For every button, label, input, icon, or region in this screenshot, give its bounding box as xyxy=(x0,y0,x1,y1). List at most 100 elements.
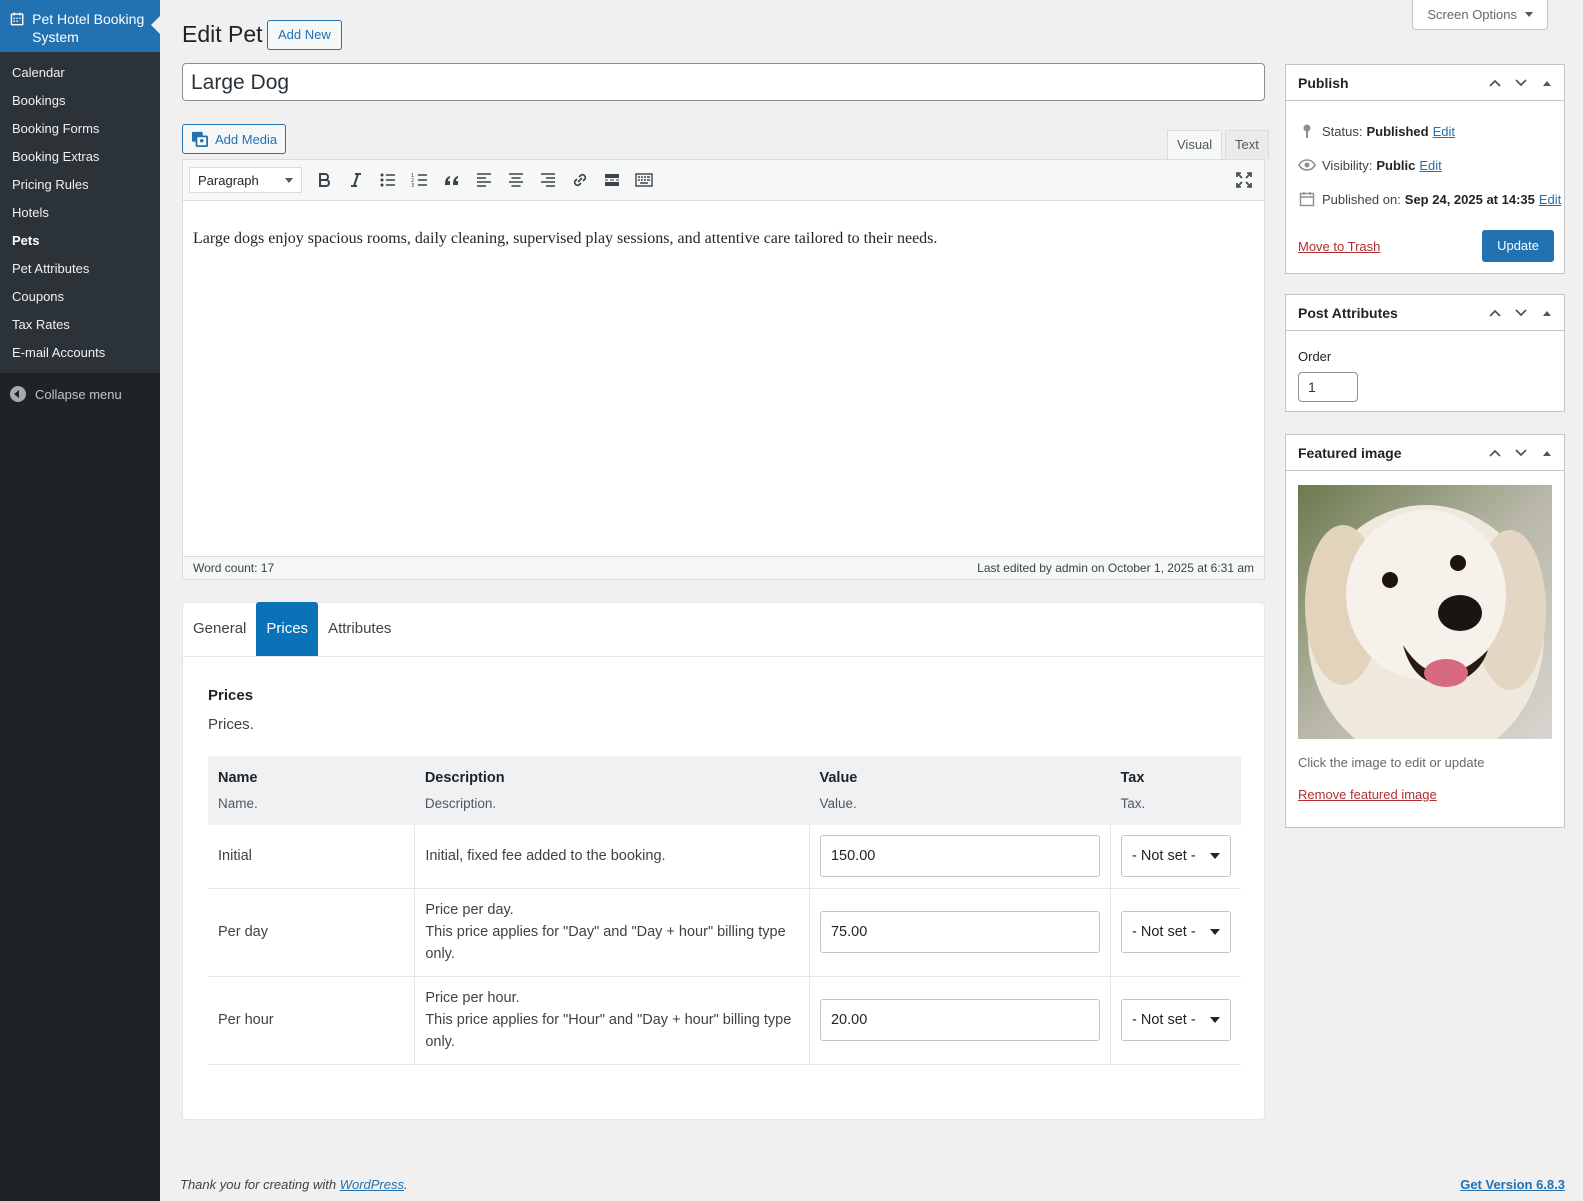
order-input[interactable]: 1 xyxy=(1298,372,1358,402)
move-to-trash-link[interactable]: Move to Trash xyxy=(1298,239,1380,254)
align-right-icon xyxy=(541,173,555,187)
caret-down-icon xyxy=(1210,853,1220,864)
tab-visual[interactable]: Visual xyxy=(1167,130,1223,159)
box-controls xyxy=(1482,71,1560,95)
price-value-input[interactable]: 75.00 xyxy=(819,911,1100,953)
calendar-icon xyxy=(1298,190,1316,208)
toggle-panel-button[interactable] xyxy=(1534,71,1560,95)
sidebar-item-coupons[interactable]: Coupons xyxy=(0,283,160,311)
sidebar-item-booking-extras[interactable]: Booking Extras xyxy=(0,143,160,171)
sidebar-item-email-accounts[interactable]: E-mail Accounts xyxy=(0,339,160,367)
tab-attributes[interactable]: Attributes xyxy=(318,602,401,656)
tax-select[interactable]: - Not set - xyxy=(1121,999,1231,1041)
get-version-link[interactable]: Get Version 6.8.3 xyxy=(1460,1177,1565,1192)
bold-button[interactable] xyxy=(308,165,340,195)
update-button[interactable]: Update xyxy=(1482,230,1554,262)
move-down-button[interactable] xyxy=(1508,71,1534,95)
insert-link-button[interactable] xyxy=(564,165,596,195)
collapse-menu-button[interactable]: Collapse menu xyxy=(0,373,160,407)
table-row: Per day Price per day. This price applies… xyxy=(208,888,1241,977)
chevron-up-icon xyxy=(1489,449,1501,457)
italic-icon xyxy=(351,173,361,187)
table-row: Initial Initial, fixed fee added to the … xyxy=(208,825,1241,889)
page-title: Edit Pet xyxy=(182,21,263,47)
sidebar-item-calendar[interactable]: Calendar xyxy=(0,59,160,87)
price-value-input[interactable]: 20.00 xyxy=(819,999,1100,1041)
description-line: Price per day. xyxy=(425,902,514,918)
add-media-button[interactable]: Add Media xyxy=(182,124,287,154)
italic-button[interactable] xyxy=(340,165,372,195)
admin-sidebar: Pet Hotel Booking System Calendar Bookin… xyxy=(0,0,160,1201)
numbered-list-button[interactable]: 123 xyxy=(404,165,436,195)
bullet-list-button[interactable] xyxy=(372,165,404,195)
read-more-button[interactable] xyxy=(596,165,628,195)
tab-general[interactable]: General xyxy=(183,602,256,656)
svg-text:3: 3 xyxy=(411,183,414,189)
caret-down-icon xyxy=(1525,12,1533,21)
move-up-button[interactable] xyxy=(1482,301,1508,325)
toggle-panel-button[interactable] xyxy=(1534,301,1560,325)
align-left-button[interactable] xyxy=(468,165,500,195)
move-up-button[interactable] xyxy=(1482,441,1508,465)
status-label: Status: xyxy=(1322,123,1363,139)
box-title: Post Attributes xyxy=(1298,304,1398,321)
wordpress-link[interactable]: WordPress xyxy=(340,1177,404,1192)
move-up-button[interactable] xyxy=(1482,71,1508,95)
format-select[interactable]: Paragraph xyxy=(189,167,302,193)
edit-status-link[interactable]: Edit xyxy=(1433,124,1455,139)
sidebar-item-tax-rates[interactable]: Tax Rates xyxy=(0,311,160,339)
description-line: Price per hour. xyxy=(425,990,520,1006)
price-value-input[interactable]: 150.00 xyxy=(819,835,1100,878)
sidebar-item-pet-attributes[interactable]: Pet Attributes xyxy=(0,255,160,283)
column-title: Name xyxy=(218,770,258,786)
word-count: Word count: 17 xyxy=(193,561,275,575)
featured-image-header: Featured image xyxy=(1286,435,1564,471)
edit-date-link[interactable]: Edit xyxy=(1539,192,1561,207)
toggle-panel-button[interactable] xyxy=(1534,441,1560,465)
price-description: Initial, fixed fee added to the booking. xyxy=(414,825,810,889)
edit-visibility-link[interactable]: Edit xyxy=(1419,158,1441,173)
sidebar-brand[interactable]: Pet Hotel Booking System xyxy=(0,0,160,52)
prices-section: Prices Prices. Name Name. Description Desc… xyxy=(183,657,1264,1065)
move-down-button[interactable] xyxy=(1508,301,1534,325)
sidebar-item-pets[interactable]: Pets xyxy=(0,227,160,255)
fullscreen-button[interactable] xyxy=(1232,168,1256,192)
align-center-icon xyxy=(509,173,523,187)
post-title-input[interactable]: Large Dog xyxy=(182,63,1265,101)
remove-featured-image-link[interactable]: Remove featured image xyxy=(1286,770,1564,802)
footer-thanks-suffix: . xyxy=(404,1177,408,1192)
add-media-label: Add Media xyxy=(215,131,278,147)
align-right-button[interactable] xyxy=(532,165,564,195)
add-new-button[interactable]: Add New xyxy=(267,20,342,50)
align-center-button[interactable] xyxy=(500,165,532,195)
tax-select[interactable]: - Not set - xyxy=(1121,911,1231,953)
toolbar-toggle-button[interactable] xyxy=(628,165,660,195)
prices-table: Name Name. Description Description. Value V… xyxy=(208,756,1241,1065)
sidebar-item-booking-forms[interactable]: Booking Forms xyxy=(0,115,160,143)
tax-select[interactable]: - Not set - xyxy=(1121,835,1231,878)
featured-image-dog[interactable] xyxy=(1298,485,1552,739)
prices-description: Prices. xyxy=(208,716,254,733)
fullscreen-icon xyxy=(1236,172,1252,188)
price-description: Price per hour. This price applies for "H… xyxy=(414,976,810,1065)
price-description: Price per day. This price applies for "Da… xyxy=(414,888,810,977)
quote-icon xyxy=(445,176,458,185)
box-title: Publish xyxy=(1298,74,1349,91)
post-attributes-box: Post Attributes Order 1 xyxy=(1285,294,1565,412)
sidebar-submenu: Calendar Bookings Booking Forms Booking … xyxy=(0,52,160,373)
sidebar-item-pricing-rules[interactable]: Pricing Rules xyxy=(0,171,160,199)
tab-text[interactable]: Text xyxy=(1225,130,1269,159)
editor-content[interactable]: Large dogs enjoy spacious rooms, daily c… xyxy=(183,201,1264,559)
visibility-value: Public xyxy=(1376,157,1416,173)
screen-options-button[interactable]: Screen Options xyxy=(1412,0,1548,30)
blockquote-button[interactable] xyxy=(436,165,468,195)
sidebar-item-hotels[interactable]: Hotels xyxy=(0,199,160,227)
read-more-icon xyxy=(605,174,619,186)
align-left-icon xyxy=(477,173,491,187)
tab-prices[interactable]: Prices xyxy=(256,602,319,656)
move-down-button[interactable] xyxy=(1508,441,1534,465)
screen-options-label: Screen Options xyxy=(1427,7,1517,22)
bullet-list-icon xyxy=(380,173,395,187)
sidebar-item-bookings[interactable]: Bookings xyxy=(0,87,160,115)
calendar-icon xyxy=(10,12,24,26)
